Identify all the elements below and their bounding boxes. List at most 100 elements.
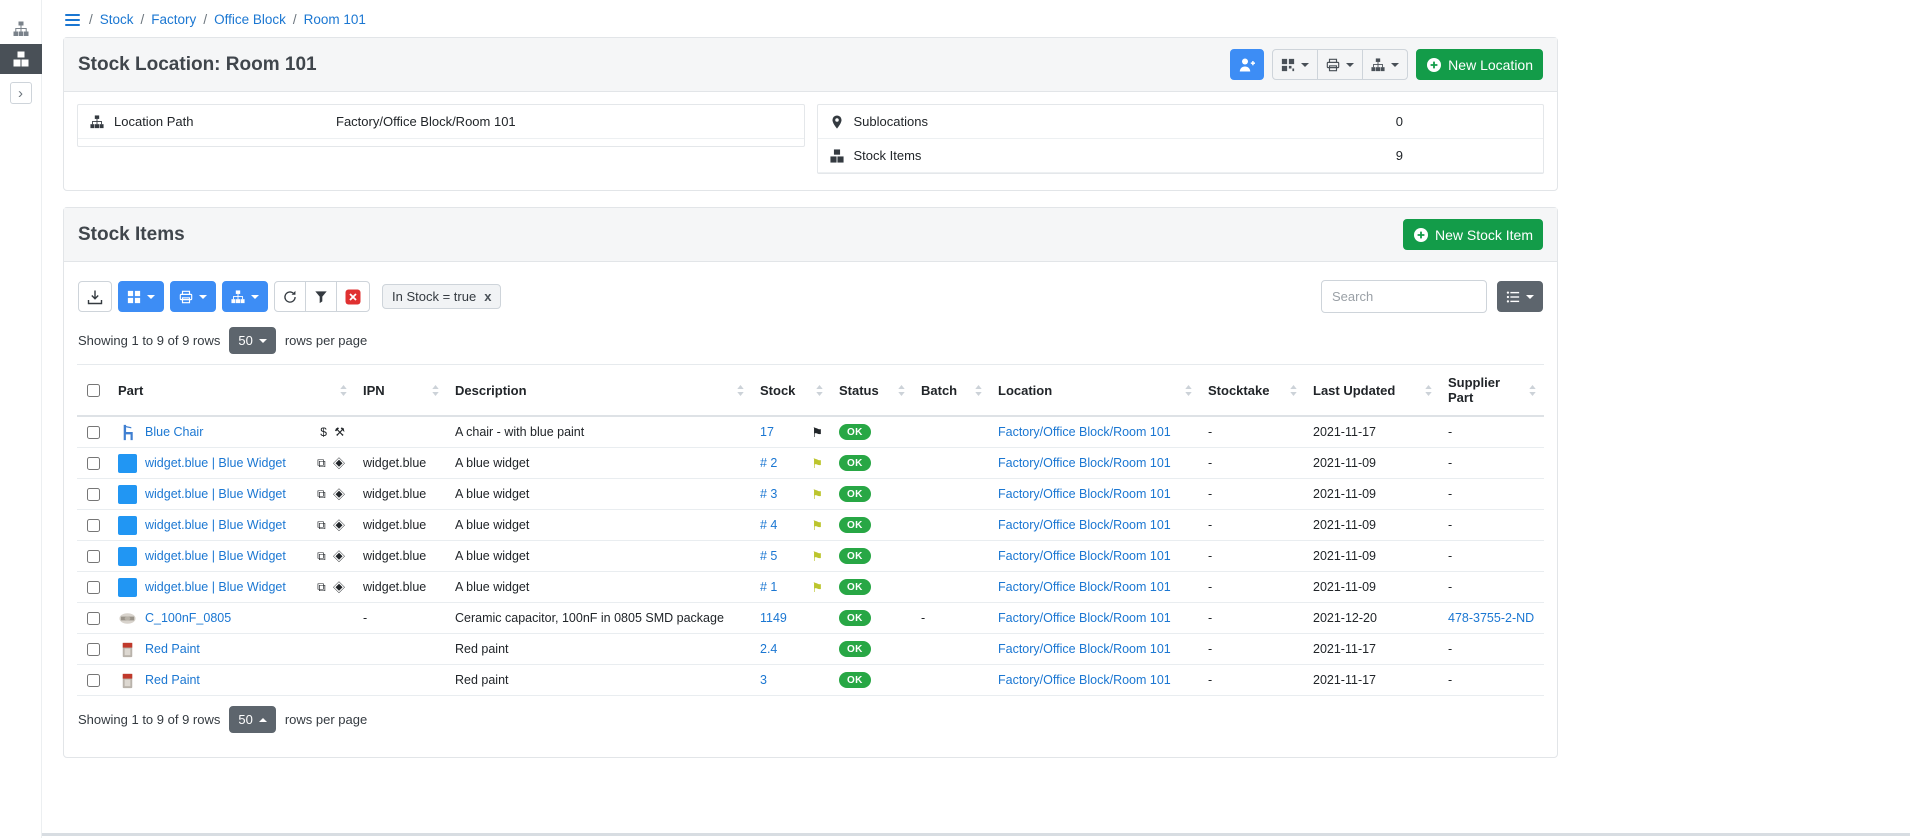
location-link[interactable]: Factory/Office Block/Room 101	[998, 456, 1171, 470]
row-checkbox[interactable]	[87, 426, 100, 439]
print-dropdown[interactable]	[170, 281, 216, 312]
location-link[interactable]: Factory/Office Block/Room 101	[998, 487, 1171, 501]
row-checkbox[interactable]	[87, 457, 100, 470]
stock-link[interactable]: # 3	[760, 487, 777, 501]
part-link[interactable]: widget.blue | Blue Widget	[145, 487, 286, 501]
column-header-description[interactable]: Description	[447, 373, 752, 408]
table-row: Red Paint Red paint 2.4 OK Factory/Offic…	[77, 634, 1544, 665]
location-cell: Factory/Office Block/Room 101	[990, 572, 1200, 602]
breadcrumb-room-101[interactable]: Room 101	[304, 12, 366, 27]
new-stock-item-button[interactable]: New Stock Item	[1403, 219, 1543, 250]
location-link[interactable]: Factory/Office Block/Room 101	[998, 425, 1171, 439]
part-link[interactable]: Red Paint	[145, 673, 200, 687]
page-size-dropdown[interactable]: 50	[229, 706, 275, 733]
filter-tag-remove[interactable]: x	[484, 289, 491, 304]
stock-link[interactable]: # 1	[760, 580, 777, 594]
user-roles-button[interactable]	[1230, 49, 1264, 80]
row-checkbox[interactable]	[87, 488, 100, 501]
qrcode-icon	[1281, 58, 1295, 72]
part-link[interactable]: Blue Chair	[145, 425, 203, 439]
sitemap-icon	[1371, 58, 1385, 72]
batch-cell	[913, 417, 990, 447]
location-link[interactable]: Factory/Office Block/Room 101	[998, 549, 1171, 563]
row-checkbox[interactable]	[87, 674, 100, 687]
column-header-status[interactable]: Status	[831, 373, 913, 408]
part-link[interactable]: Red Paint	[145, 642, 200, 656]
column-header-last-updated[interactable]: Last Updated	[1305, 373, 1440, 408]
page-size-dropdown[interactable]: 50	[229, 327, 275, 354]
batch-cell	[913, 634, 990, 664]
column-header-batch[interactable]: Batch	[913, 373, 990, 408]
barcode-actions-dropdown[interactable]	[1272, 49, 1318, 80]
row-checkbox[interactable]	[87, 550, 100, 563]
breadcrumb-factory[interactable]: Factory	[151, 12, 196, 27]
column-header-ipn[interactable]: IPN	[355, 373, 447, 408]
status-badge: OK	[839, 486, 871, 502]
filter-tag-in-stock[interactable]: In Stock = true x	[382, 284, 501, 309]
row-checkbox[interactable]	[87, 612, 100, 625]
stock-flag-icon: ⚑	[811, 457, 823, 470]
filter-button[interactable]	[305, 281, 337, 312]
stock-link[interactable]: 3	[760, 673, 767, 687]
location-link[interactable]: Factory/Office Block/Room 101	[998, 611, 1171, 625]
part-link[interactable]: widget.blue | Blue Widget	[145, 580, 286, 594]
download-button[interactable]	[78, 281, 112, 312]
sort-icon	[432, 385, 439, 396]
pagination-bottom: Showing 1 to 9 of 9 rows 50 rows per pag…	[78, 706, 1543, 733]
row-checkbox[interactable]	[87, 519, 100, 532]
sidebar-expand-button[interactable]: ›	[10, 82, 32, 104]
sidebar-item-stock[interactable]	[0, 44, 42, 74]
column-header-part[interactable]: Part	[110, 373, 355, 408]
supplier-part-cell: -	[1440, 572, 1544, 602]
column-header-stock[interactable]: Stock	[752, 373, 831, 408]
part-attribute-icons: ⧉ ◈	[311, 487, 347, 502]
location-header-actions: New Location	[1230, 49, 1543, 80]
location-link[interactable]: Factory/Office Block/Room 101	[998, 673, 1171, 687]
search-input[interactable]	[1321, 280, 1487, 313]
row-checkbox[interactable]	[87, 581, 100, 594]
breadcrumb-office-block[interactable]: Office Block	[214, 12, 286, 27]
location-link[interactable]: Factory/Office Block/Room 101	[998, 580, 1171, 594]
supplier-part-cell: -	[1440, 510, 1544, 540]
column-header-location[interactable]: Location	[990, 373, 1200, 408]
location-link[interactable]: Factory/Office Block/Room 101	[998, 642, 1171, 656]
column-header-stocktake[interactable]: Stocktake	[1200, 373, 1305, 408]
stock-flag-icon: ⚑	[811, 426, 823, 439]
stock-link[interactable]: 17	[760, 425, 774, 439]
breadcrumb-stock[interactable]: Stock	[100, 12, 134, 27]
part-link[interactable]: widget.blue | Blue Widget	[145, 518, 286, 532]
select-all-checkbox[interactable]	[87, 384, 100, 397]
menu-icon[interactable]	[65, 14, 80, 26]
part-link[interactable]: C_100nF_0805	[145, 611, 231, 625]
status-badge: OK	[839, 548, 871, 564]
stock-link[interactable]: 2.4	[760, 642, 777, 656]
sidebar-item-location-tree[interactable]	[0, 14, 42, 44]
stock-actions-dropdown[interactable]	[222, 281, 268, 312]
column-toggle-dropdown[interactable]	[1497, 281, 1543, 312]
part-cell: Red Paint	[110, 665, 355, 695]
location-actions-dropdown[interactable]	[1362, 49, 1408, 80]
new-location-button[interactable]: New Location	[1416, 49, 1543, 80]
row-checkbox[interactable]	[87, 643, 100, 656]
stock-link[interactable]: # 4	[760, 518, 777, 532]
stock-link[interactable]: # 2	[760, 456, 777, 470]
last-updated-cell: 2021-11-17	[1305, 417, 1440, 447]
refresh-button[interactable]	[274, 281, 306, 312]
clear-filters-button[interactable]	[336, 281, 370, 312]
stock-link[interactable]: # 5	[760, 549, 777, 563]
print-actions-dropdown[interactable]	[1317, 49, 1363, 80]
printer-icon	[1326, 58, 1340, 72]
part-link[interactable]: widget.blue | Blue Widget	[145, 456, 286, 470]
batch-cell	[913, 448, 990, 478]
sort-icon	[340, 385, 347, 396]
part-cell: widget.blue | Blue Widget ⧉ ◈	[110, 510, 355, 540]
location-link[interactable]: Factory/Office Block/Room 101	[998, 518, 1171, 532]
column-header-supplier-part[interactable]: Supplier Part	[1440, 365, 1544, 415]
status-badge: OK	[839, 455, 871, 471]
part-thumbnail	[118, 640, 137, 659]
stock-link[interactable]: 1149	[760, 611, 787, 625]
stock-options-dropdown[interactable]	[118, 281, 164, 312]
part-link[interactable]: widget.blue | Blue Widget	[145, 549, 286, 563]
chevron-right-icon: ›	[18, 86, 23, 101]
supplier-part-cell[interactable]: 478-3755-2-ND	[1440, 603, 1544, 633]
